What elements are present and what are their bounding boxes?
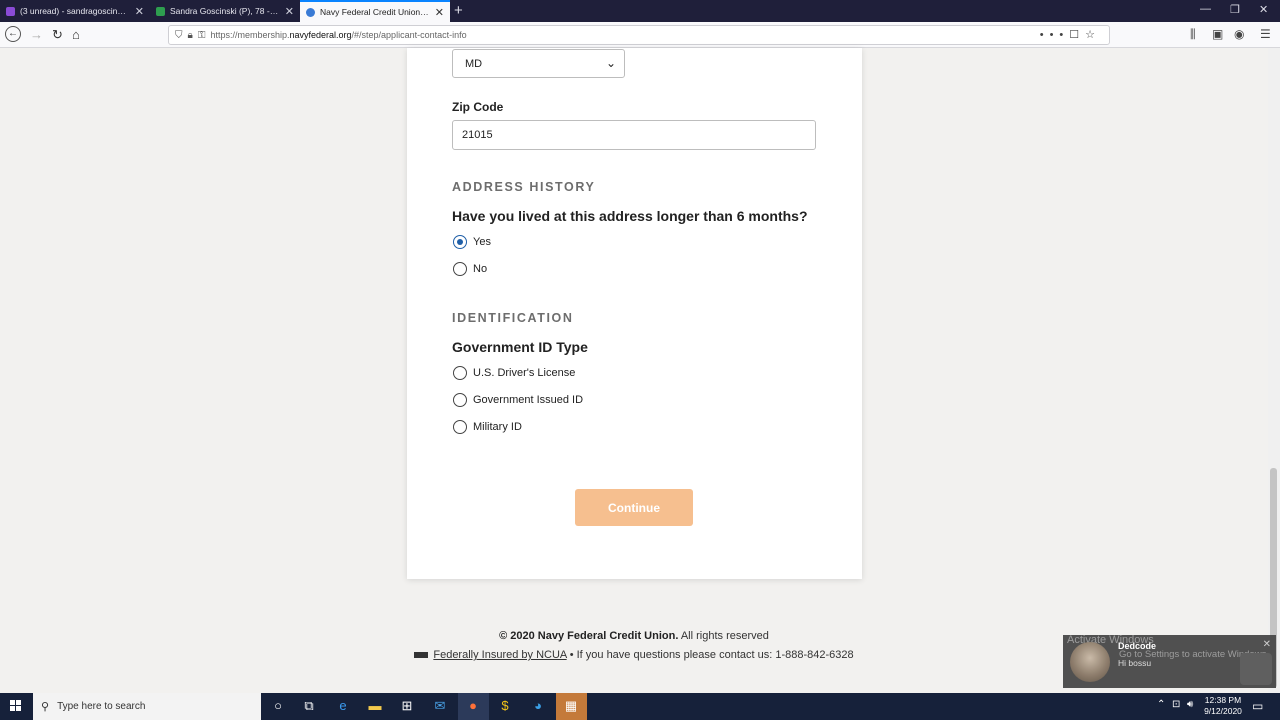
copyright-rest: All rights reserved	[678, 630, 769, 642]
network-icon[interactable]: ⊡	[1172, 699, 1180, 710]
sidebar-icon[interactable]: ▣	[1212, 27, 1223, 41]
browser-nav-bar: ← → ↻ ⌂ ⛉ 🔒︎ ⚿ https://membership. navyfe…	[0, 22, 1280, 48]
clock-time: 12:38 PM	[1204, 695, 1242, 705]
clock-date: 9/12/2020	[1204, 706, 1242, 716]
page-actions-icon[interactable]: •••☐☆	[1040, 28, 1101, 41]
reload-button[interactable]: ↻	[52, 27, 63, 43]
task-view-icon[interactable]: ⧉	[301, 698, 317, 714]
radio-checked-icon[interactable]	[453, 235, 467, 249]
notification-message: Hi bossu	[1118, 658, 1152, 668]
radio-label: Military ID	[473, 421, 522, 433]
shield-icon: ⛉	[175, 29, 183, 41]
store-icon[interactable]: ⊞	[399, 698, 415, 714]
tab-sheet[interactable]: Sandra Goscinski (P), 78 - Abin ✕	[150, 0, 300, 22]
windows-taskbar: ⚲ Type here to search ○ ⧉ e ▬ ⊞ ✉ ● $ ◕ …	[0, 693, 1280, 720]
radio-label: Government Issued ID	[473, 394, 584, 406]
network-app-icon[interactable]: ◕	[530, 698, 546, 714]
home-button[interactable]: ⌂	[72, 27, 80, 43]
radio-military-id[interactable]: Military ID	[453, 420, 522, 434]
taskbar-search[interactable]: ⚲ Type here to search	[33, 693, 261, 720]
edge-icon[interactable]: e	[335, 698, 351, 714]
address-history-heading: ADDRESS HISTORY	[452, 180, 596, 194]
firefox-icon[interactable]: ●	[465, 698, 481, 714]
zip-code-value: 21015	[462, 129, 493, 141]
mail-icon	[6, 6, 15, 16]
tab-navy-federal[interactable]: Navy Federal Credit Union Me ✕	[300, 0, 450, 22]
minimize-button[interactable]: —	[1200, 3, 1211, 15]
radio-unchecked-icon[interactable]	[453, 366, 467, 380]
mail-icon[interactable]: ✉	[432, 698, 448, 714]
radio-address-yes[interactable]: Yes	[453, 235, 491, 249]
zip-code-label: Zip Code	[452, 100, 504, 114]
chevron-up-icon[interactable]: ⌃	[1157, 699, 1165, 710]
url-bar[interactable]: ⛉ 🔒︎ ⚿ https://membership. navyfederal.or…	[168, 25, 1110, 45]
sheet-icon	[156, 6, 165, 16]
page-scrollbar[interactable]	[1268, 48, 1280, 693]
close-icon[interactable]: ✕	[135, 5, 144, 18]
tab-mail[interactable]: (3 unread) - sandragoscinski@ ✕	[0, 0, 150, 22]
copyright-holder: © 2020 Navy Federal Credit Union.	[499, 630, 679, 642]
continue-button[interactable]: Continue	[575, 489, 693, 526]
contact-text: • If you have questions please contact u…	[566, 649, 854, 661]
cortana-icon[interactable]: ○	[270, 698, 286, 714]
chevron-down-icon: ⌄	[605, 56, 616, 70]
browser-tab-bar: (3 unread) - sandragoscinski@ ✕ Sandra G…	[0, 0, 1280, 22]
radio-unchecked-icon[interactable]	[453, 393, 467, 407]
library-icon[interactable]: ⫼	[1190, 27, 1196, 42]
notification-center-icon[interactable]: ▭	[1252, 699, 1263, 713]
zip-code-input[interactable]: 21015	[452, 120, 816, 150]
radio-label: Yes	[473, 236, 491, 248]
close-icon[interactable]: ✕	[285, 5, 294, 18]
radio-drivers-license[interactable]: U.S. Driver's License	[453, 366, 575, 380]
extension-icon[interactable]: ◉	[1234, 27, 1244, 41]
address-history-question: Have you lived at this address longer th…	[452, 208, 808, 224]
radio-address-no[interactable]: No	[453, 262, 487, 276]
tab-label: Navy Federal Credit Union Me	[320, 7, 429, 17]
key-icon: ⚿	[197, 29, 206, 41]
radio-label: U.S. Driver's License	[473, 367, 576, 379]
restore-button[interactable]: ❐	[1230, 3, 1240, 16]
close-icon[interactable]: ✕	[1263, 639, 1271, 650]
ncua-link[interactable]: Federally Insured by NCUA	[433, 649, 566, 661]
identification-heading: IDENTIFICATION	[452, 311, 574, 325]
menu-icon[interactable]: ☰	[1260, 27, 1271, 41]
globe-icon	[306, 7, 315, 17]
close-window-button[interactable]: ✕	[1259, 3, 1268, 16]
taskbar-clock[interactable]: 12:38 PM 9/12/2020	[1200, 695, 1246, 717]
chat-notification[interactable]: Activate Windows Dedcode Go to Settings …	[1063, 634, 1276, 688]
url-prefix: https://membership.	[210, 30, 290, 40]
new-tab-button[interactable]: +	[454, 2, 463, 19]
lock-icon: 🔒︎	[187, 29, 193, 41]
radio-government-issued-id[interactable]: Government Issued ID	[453, 393, 583, 407]
tab-label: Sandra Goscinski (P), 78 - Abin	[170, 6, 279, 16]
file-explorer-icon[interactable]: ▬	[367, 698, 383, 714]
radio-unchecked-icon[interactable]	[453, 420, 467, 434]
app-window-icon[interactable]: ▦	[563, 698, 579, 714]
avatar	[1070, 642, 1110, 682]
radio-unchecked-icon[interactable]	[453, 262, 467, 276]
application-form-card: MD ⌄ Zip Code 21015 ADDRESS HISTORY Have…	[407, 48, 862, 579]
search-icon: ⚲	[41, 701, 50, 713]
url-suffix: /#/step/applicant-contact-info	[351, 30, 467, 40]
recaptcha-icon	[1240, 653, 1272, 685]
windows-start-icon[interactable]	[10, 700, 22, 712]
url-domain: navyfederal.org	[289, 30, 352, 40]
close-icon[interactable]: ✕	[435, 6, 444, 19]
tab-label: (3 unread) - sandragoscinski@	[20, 6, 129, 16]
state-select-value: MD	[465, 57, 483, 70]
radio-label: No	[473, 263, 488, 275]
state-select[interactable]: MD ⌄	[452, 49, 625, 78]
back-button[interactable]: ←	[5, 26, 21, 42]
forward-button[interactable]: →	[30, 27, 43, 43]
government-id-type-label: Government ID Type	[452, 339, 588, 355]
volume-icon[interactable]: 🔊︎	[1187, 699, 1193, 710]
ncua-icon	[414, 652, 429, 659]
dollar-app-icon[interactable]: $	[497, 698, 513, 714]
taskbar-search-placeholder: Type here to search	[57, 701, 146, 712]
